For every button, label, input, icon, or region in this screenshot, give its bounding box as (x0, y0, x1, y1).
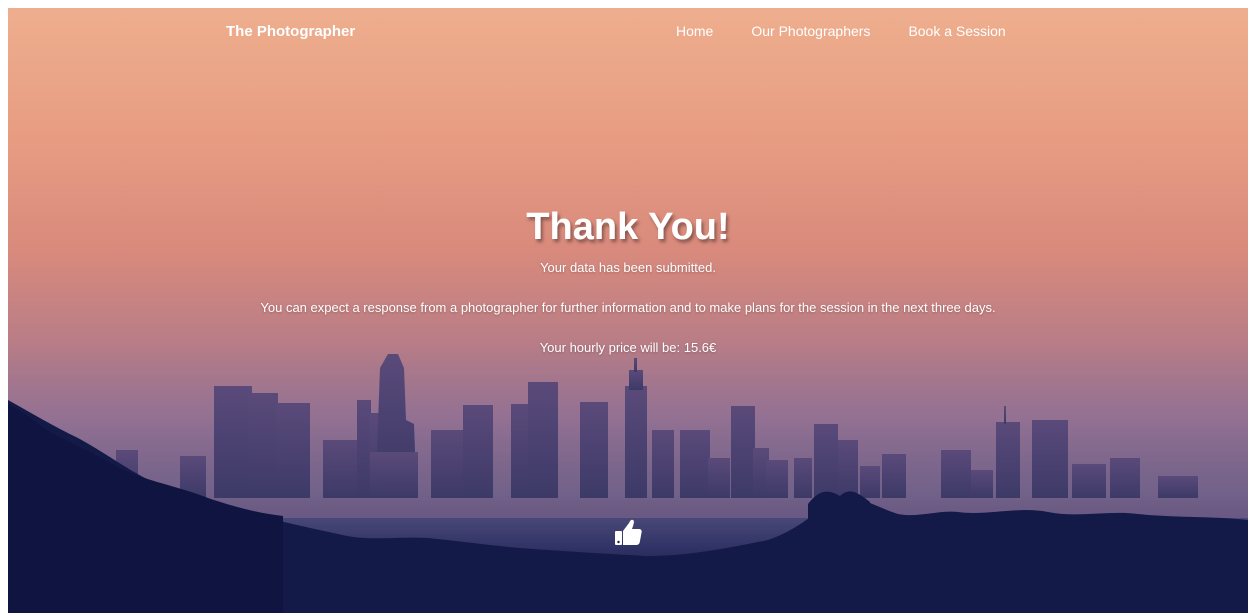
submitted-message: Your data has been submitted. (540, 260, 716, 275)
thank-you-content: Thank You! Your data has been submitted.… (8, 201, 1248, 356)
response-message: You can expect a response from a photogr… (260, 300, 996, 315)
nav-link-home[interactable]: Home (676, 23, 713, 39)
nav-links: Home Our Photographers Book a Session (676, 23, 1006, 39)
nav-link-book-a-session[interactable]: Book a Session (908, 23, 1005, 39)
brand-link[interactable]: The Photographer (226, 23, 355, 40)
navbar: The Photographer Home Our Photographers … (8, 8, 1248, 56)
thumbs-up-icon (615, 519, 642, 545)
nav-link-our-photographers[interactable]: Our Photographers (751, 23, 870, 39)
page-title: Thank You! (526, 206, 730, 248)
hero-section: The Photographer Home Our Photographers … (8, 8, 1248, 613)
price-message: Your hourly price will be: 15.6€ (539, 340, 717, 355)
